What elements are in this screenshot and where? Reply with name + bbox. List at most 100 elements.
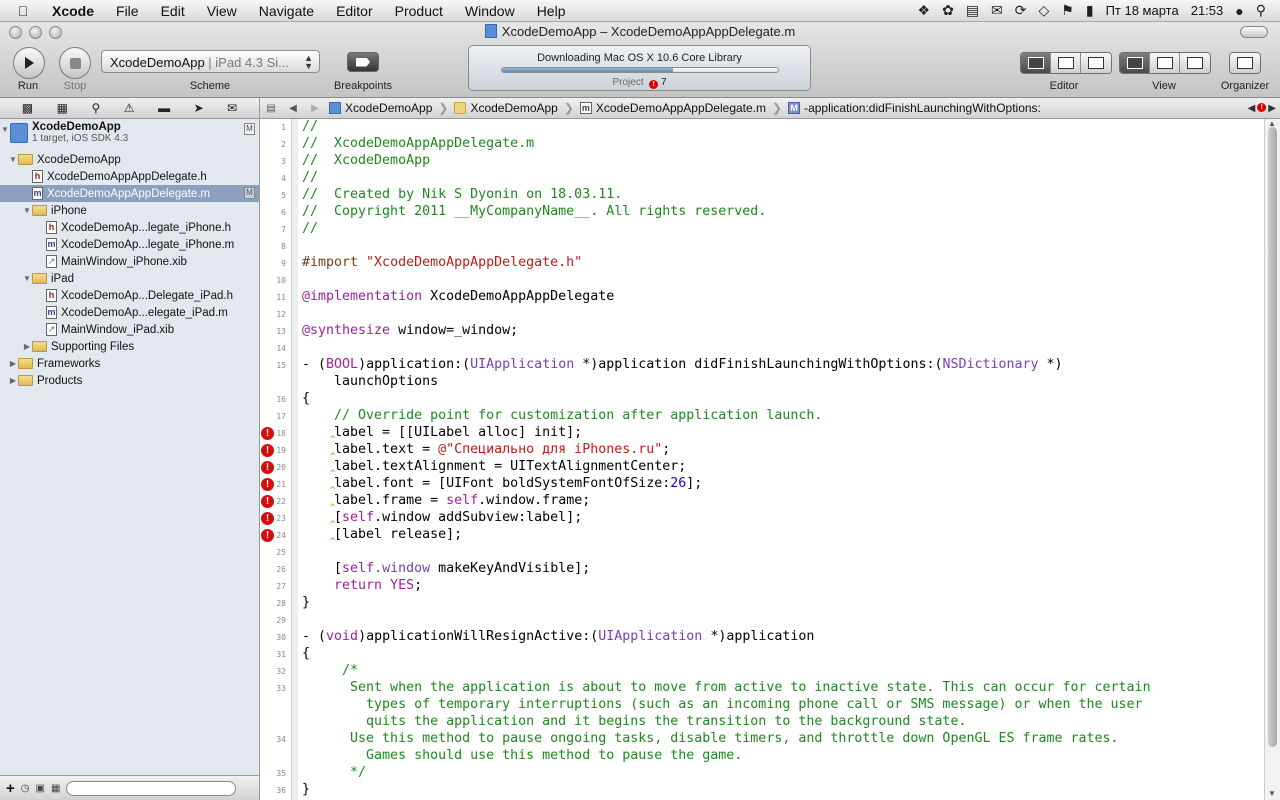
menu-navigate[interactable]: Navigate [248,3,325,19]
error-marker-icon[interactable]: ! [261,478,274,491]
navigator-file-row[interactable]: m XcodeDemoAp...elegate_iPad.m [0,304,259,321]
navigator-file-row[interactable]: h XcodeDemoAp...legate_iPhone.h [0,219,259,236]
breakpoints-button[interactable] [347,52,379,72]
menu-editor[interactable]: Editor [325,3,384,19]
forward-icon[interactable]: ▶ [304,103,326,114]
issue-navigator-icon[interactable]: ⚠ [124,101,135,115]
navigator-group-row[interactable]: ▶ Frameworks [0,355,259,372]
menu-help[interactable]: Help [526,3,577,19]
disclosure-open-icon[interactable]: ▼ [22,274,32,283]
code-line: [self.window addSubview:label]; [302,510,582,525]
error-marker-icon[interactable]: ! [261,512,274,525]
error-icon[interactable]: ! [1257,102,1267,112]
menu-product[interactable]: Product [384,3,454,19]
menu-window[interactable]: Window [454,3,526,19]
utilities-toggle-button[interactable] [1180,53,1210,73]
navigator-group-row[interactable]: ▼ XcodeDemoApp [0,151,259,168]
run-button[interactable] [13,47,45,79]
jumpbar-crumb-method[interactable]: M -application:didFinishLaunchingWithOpti… [785,101,1044,115]
code-line: // XcodeDemoAppAppDelegate.m [302,136,534,151]
filter-recent-icon[interactable]: ◷ [21,783,30,794]
previous-issue-icon[interactable]: ◀ [1248,103,1256,114]
apple-menu-icon[interactable]:  [0,3,46,19]
code-token: ; [414,578,423,593]
line-number: 4 [281,174,286,183]
scroll-thumb[interactable] [1268,127,1277,747]
disclosure-closed-icon[interactable]: ▶ [8,376,18,385]
error-marker-icon[interactable]: ! [261,495,274,508]
navigator-file-row[interactable]: m XcodeDemoAp...legate_iPhone.m [0,236,259,253]
code-token: @synthesize [302,323,391,338]
spotlight-icon[interactable]: ⚲ [1256,2,1266,19]
project-navigator-icon[interactable]: ▩ [22,101,33,115]
wifi-icon[interactable]: ◇ [1039,2,1050,19]
scheme-popup[interactable]: XcodeDemoApp | iPad 4.3 Si... ▲ ▼ [101,50,320,73]
disclosure-open-icon[interactable]: ▼ [22,206,32,215]
error-marker-icon[interactable]: ! [261,427,274,440]
skype-icon[interactable]: ❖ [918,2,931,19]
navigator-group-row[interactable]: ▼ iPhone [0,202,259,219]
back-icon[interactable]: ◀ [282,103,304,114]
error-marker-icon[interactable]: ! [261,444,274,457]
filter-scm-icon[interactable]: ▣ [36,783,45,794]
error-marker-icon[interactable]: ! [261,529,274,542]
search-navigator-icon[interactable]: ⚲ [91,101,100,115]
disclosure-open-icon[interactable]: ▼ [0,125,10,134]
symbol-navigator-icon[interactable]: ▦ [57,101,68,115]
jumpbar-crumb-project[interactable]: XcodeDemoApp [326,101,435,115]
organizer-button-face[interactable] [1230,53,1260,73]
disclosure-closed-icon[interactable]: ▶ [8,359,18,368]
organizer-button[interactable] [1229,52,1261,74]
navigator-file-row[interactable]: h XcodeDemoAppAppDelegate.h [0,168,259,185]
code-token: YES [390,578,415,593]
error-marker-icon[interactable]: ! [261,461,274,474]
navigator-filter-input[interactable] [66,780,237,796]
navigator-toggle-button[interactable] [1120,53,1150,73]
stop-button[interactable] [59,47,91,79]
assistant-editor-button[interactable] [1051,53,1081,73]
mail-icon[interactable]: ✉ [991,2,1003,19]
standard-editor-button[interactable] [1021,53,1051,73]
scroll-down-icon[interactable]: ▼ [1268,789,1276,798]
notes-icon[interactable]: ▤ [966,2,979,19]
line-number: 14 [276,344,286,353]
navigator-group-row[interactable]: ▶ Products [0,372,259,389]
debug-area-toggle-button[interactable] [1150,53,1180,73]
navigator-row-label: XcodeDemoAp...legate_iPhone.m [61,238,235,251]
next-issue-icon[interactable]: ▶ [1268,103,1276,114]
menubar-date[interactable]: Пт 18 марта [1106,3,1179,18]
flag-icon[interactable]: ⚑ [1061,2,1074,19]
toolbar-toggle-button[interactable] [1240,26,1268,38]
navigator-file-row[interactable]: ↗ MainWindow_iPhone.xib [0,253,259,270]
version-editor-button[interactable] [1081,53,1111,73]
code-line: - (void)applicationWillResignActive:(UIA… [302,629,814,644]
breakpoint-navigator-icon[interactable]: ➤ [194,101,204,115]
menu-app-name[interactable]: Xcode [46,3,105,19]
user-icon[interactable]: ● [1235,3,1243,19]
navigator-file-row[interactable]: ↗ MainWindow_iPad.xib [0,321,259,338]
navigator-file-row[interactable]: h XcodeDemoAp...Delegate_iPad.h [0,287,259,304]
twitter-icon[interactable]: ✿ [942,2,954,19]
navigator-group-row[interactable]: ▶ Supporting Files [0,338,259,355]
menu-file[interactable]: File [105,3,150,19]
debug-navigator-icon[interactable]: ▬ [158,101,170,115]
battery-icon[interactable]: ▮ [1086,2,1094,19]
jumpbar-crumb-group[interactable]: XcodeDemoApp [451,101,560,115]
sync-icon[interactable]: ⟳ [1015,2,1027,19]
related-files-icon[interactable]: ▤ [260,103,282,114]
navigator-row-label: MainWindow_iPad.xib [61,323,175,336]
project-root-row[interactable]: ▼ XcodeDemoApp 1 target, iOS SDK 4.3 M [0,121,259,151]
disclosure-closed-icon[interactable]: ▶ [22,342,32,351]
navigator-group-row[interactable]: ▼ iPad [0,270,259,287]
editor-scrollbar[interactable]: ▲ ▼ [1264,119,1280,800]
filter-unsaved-icon[interactable]: ▦ [51,783,60,794]
menubar-time[interactable]: 21:53 [1191,3,1224,18]
log-navigator-icon[interactable]: ✉ [227,101,237,115]
disclosure-open-icon[interactable]: ▼ [8,155,18,164]
menu-edit[interactable]: Edit [150,3,196,19]
add-file-button[interactable]: + [6,780,15,797]
navigator-file-row[interactable]: m XcodeDemoAppAppDelegate.m M [0,185,259,202]
jumpbar-crumb-file[interactable]: m XcodeDemoAppAppDelegate.m [577,101,769,115]
activity-viewer[interactable]: Downloading Mac OS X 10.6 Core Library P… [468,45,811,91]
menu-view[interactable]: View [196,3,248,19]
